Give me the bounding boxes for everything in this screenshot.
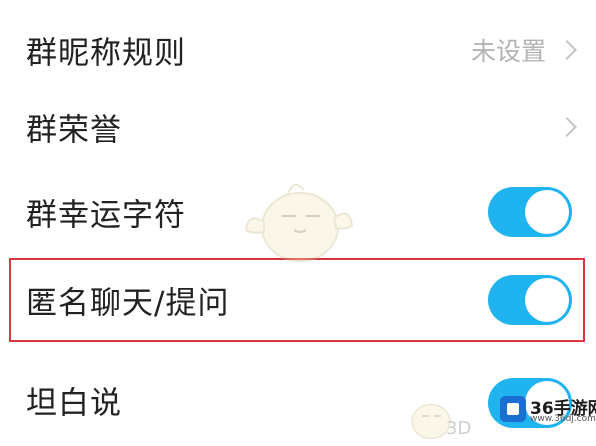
lucky-char-label: 群幸运字符	[26, 197, 186, 234]
group-honor-row[interactable]: 群荣誉	[0, 84, 596, 170]
nickname-rule-row[interactable]: 群昵称规则 未设置	[0, 7, 596, 93]
group-honor-label: 群荣誉	[26, 112, 122, 149]
brand-watermark: 36手游网 www.36dj.com	[498, 392, 596, 428]
brand-url: www.36dj.com	[530, 414, 596, 424]
brand-logo-icon	[500, 396, 526, 422]
nickname-rule-value: 未设置	[470, 37, 546, 66]
chevron-right-icon	[557, 117, 577, 137]
toggle-knob	[525, 278, 569, 322]
confession-label: 坦白说	[26, 385, 122, 422]
anonymous-chat-label: 匿名聊天/提问	[26, 285, 230, 322]
toggle-knob	[525, 190, 569, 234]
lucky-char-toggle[interactable]	[488, 187, 572, 237]
chevron-right-icon	[557, 40, 577, 60]
watermark-text: 3D	[446, 418, 472, 439]
mascot-watermark-icon	[244, 183, 354, 262]
nickname-rule-label: 群昵称规则	[26, 35, 186, 72]
anonymous-chat-toggle[interactable]	[488, 275, 572, 325]
